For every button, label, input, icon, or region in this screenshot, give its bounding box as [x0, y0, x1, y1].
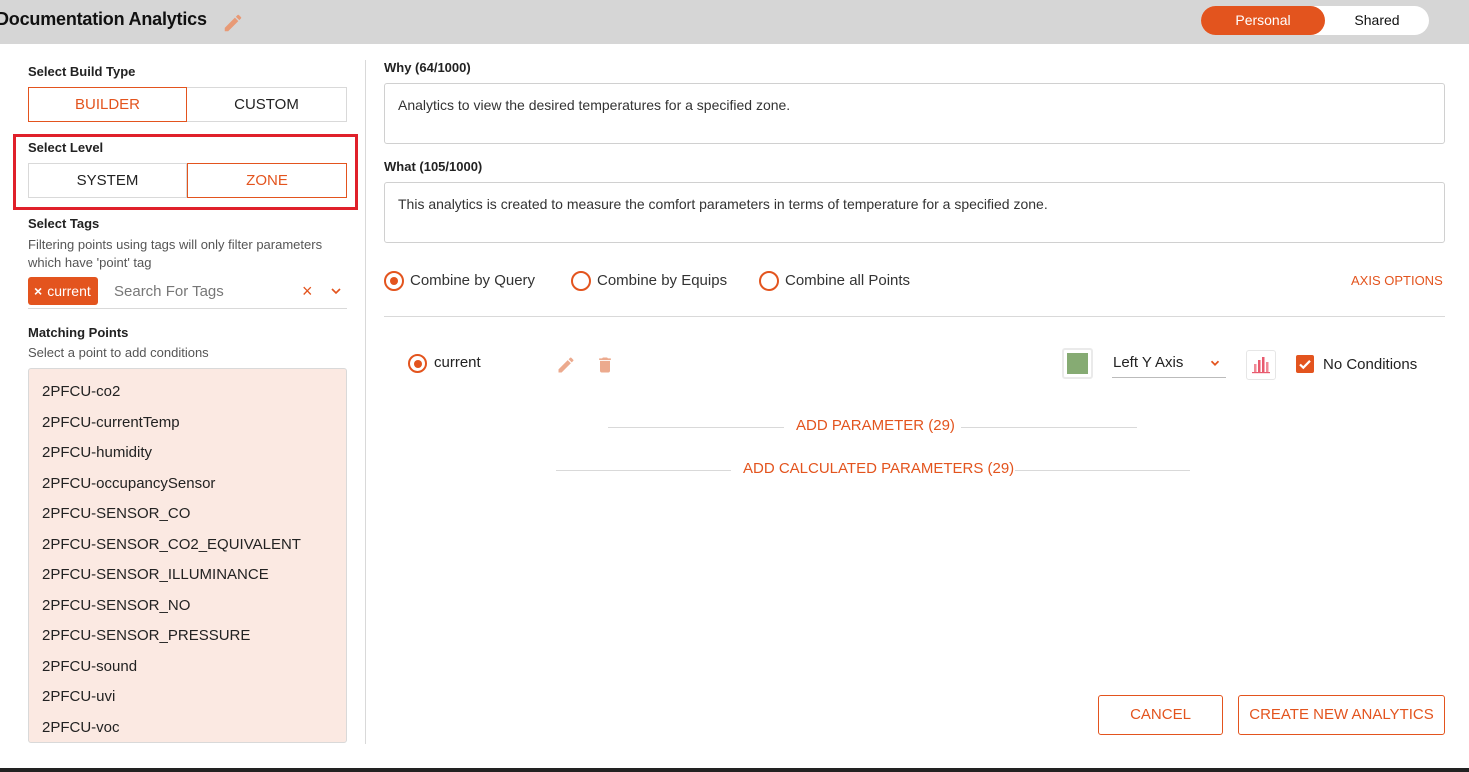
parameter-radio[interactable] [408, 354, 427, 373]
cancel-button[interactable]: CANCEL [1098, 695, 1223, 735]
bottom-edge [0, 768, 1469, 772]
combine-by-equips-radio[interactable]: Combine by Equips [571, 270, 731, 292]
matching-points-list: 2PFCU-co2 2PFCU-currentTemp 2PFCU-humidi… [28, 368, 347, 743]
axis-select-value: Left Y Axis [1113, 354, 1184, 371]
what-label: What (105/1000) [384, 159, 483, 174]
select-level-label: Select Level [28, 140, 104, 155]
parameter-name: current [434, 354, 481, 371]
tag-chip-label: current [47, 283, 91, 299]
list-item[interactable]: 2PFCU-SENSOR_PRESSURE [42, 627, 250, 644]
tags-chevron-down-icon[interactable] [328, 283, 344, 299]
list-item[interactable]: 2PFCU-occupancySensor [42, 475, 215, 492]
no-conditions-checkbox[interactable] [1296, 355, 1314, 373]
add-calculated-row: ADD CALCULATED PARAMETERS (29) [556, 460, 1190, 480]
axis-chevron-down-icon [1210, 360, 1220, 366]
series-color-fill [1067, 353, 1088, 374]
list-item[interactable]: 2PFCU-voc [42, 719, 120, 736]
list-item[interactable]: 2PFCU-humidity [42, 444, 152, 461]
tag-chip[interactable]: × current [28, 277, 98, 305]
radio-selected-icon [384, 271, 404, 291]
tag-search-field[interactable]: × current Search For Tags × [28, 277, 347, 309]
chart-type-button[interactable] [1246, 350, 1276, 380]
build-type-selector: BUILDER CUSTOM [28, 87, 347, 122]
personal-toggle-option[interactable]: Personal [1201, 6, 1325, 35]
what-textarea[interactable]: This analytics is created to measure the… [384, 182, 1445, 243]
combine-by-query-label: Combine by Query [410, 272, 536, 289]
axis-select[interactable]: Left Y Axis [1112, 352, 1226, 378]
list-item[interactable]: 2PFCU-SENSOR_NO [42, 597, 190, 614]
list-item[interactable]: 2PFCU-SENSOR_CO [42, 505, 190, 522]
radio-unselected-icon [759, 271, 779, 291]
zone-option[interactable]: ZONE [187, 163, 347, 198]
matching-points-title: Matching Points [28, 325, 129, 340]
build-type-label: Select Build Type [28, 64, 136, 79]
add-calculated-parameters-button[interactable]: ADD CALCULATED PARAMETERS (29) [743, 460, 1014, 477]
custom-option[interactable]: CUSTOM [187, 87, 347, 122]
combine-by-equips-label: Combine by Equips [597, 272, 728, 289]
delete-parameter-trash-icon[interactable] [595, 355, 615, 375]
edit-parameter-pencil-icon[interactable] [556, 355, 576, 375]
level-selector: SYSTEM ZONE [28, 163, 347, 198]
create-new-analytics-button[interactable]: CREATE NEW ANALYTICS [1238, 695, 1445, 735]
tags-help-text: Filtering points using tags will only fi… [28, 237, 323, 270]
tag-search-placeholder[interactable]: Search For Tags [114, 283, 224, 300]
add-parameter-button[interactable]: ADD PARAMETER (29) [796, 417, 955, 434]
list-item[interactable]: 2PFCU-uvi [42, 688, 115, 705]
why-textarea[interactable]: Analytics to view the desired temperatur… [384, 83, 1445, 144]
radio-unselected-icon [571, 271, 591, 291]
matching-points-subtitle: Select a point to add conditions [28, 345, 209, 360]
check-icon [1299, 360, 1311, 370]
personal-shared-toggle[interactable]: Personal Shared [1201, 6, 1429, 35]
list-item[interactable]: 2PFCU-currentTemp [42, 414, 180, 431]
list-item[interactable]: 2PFCU-co2 [42, 383, 120, 400]
series-color-swatch[interactable] [1062, 348, 1093, 379]
shared-toggle-option[interactable]: Shared [1325, 6, 1429, 35]
clear-tags-icon[interactable]: × [302, 281, 313, 302]
combine-all-points-label: Combine all Points [785, 272, 911, 289]
section-divider [384, 316, 1445, 317]
builder-option[interactable]: BUILDER [28, 87, 187, 122]
top-bar: Documentation Analytics Personal Shared [0, 0, 1469, 44]
list-item[interactable]: 2PFCU-SENSOR_CO2_EQUIVALENT [42, 536, 301, 553]
bar-chart-icon [1252, 357, 1270, 374]
edit-title-pencil-icon[interactable] [222, 12, 244, 34]
add-parameter-row: ADD PARAMETER (29) [608, 417, 1137, 437]
panel-divider [365, 60, 366, 744]
remove-chip-icon[interactable]: × [34, 283, 42, 299]
combine-by-query-radio[interactable]: Combine by Query [384, 270, 544, 292]
why-label: Why (64/1000) [384, 60, 471, 75]
no-conditions-label: No Conditions [1323, 356, 1418, 373]
system-option[interactable]: SYSTEM [28, 163, 187, 198]
list-item[interactable]: 2PFCU-SENSOR_ILLUMINANCE [42, 566, 269, 583]
combine-all-points-radio[interactable]: Combine all Points [759, 270, 919, 292]
select-tags-label: Select Tags [28, 216, 100, 231]
list-item[interactable]: 2PFCU-sound [42, 658, 137, 675]
page-title: Documentation Analytics [0, 9, 207, 29]
axis-options-link[interactable]: AXIS OPTIONS [1351, 273, 1443, 288]
